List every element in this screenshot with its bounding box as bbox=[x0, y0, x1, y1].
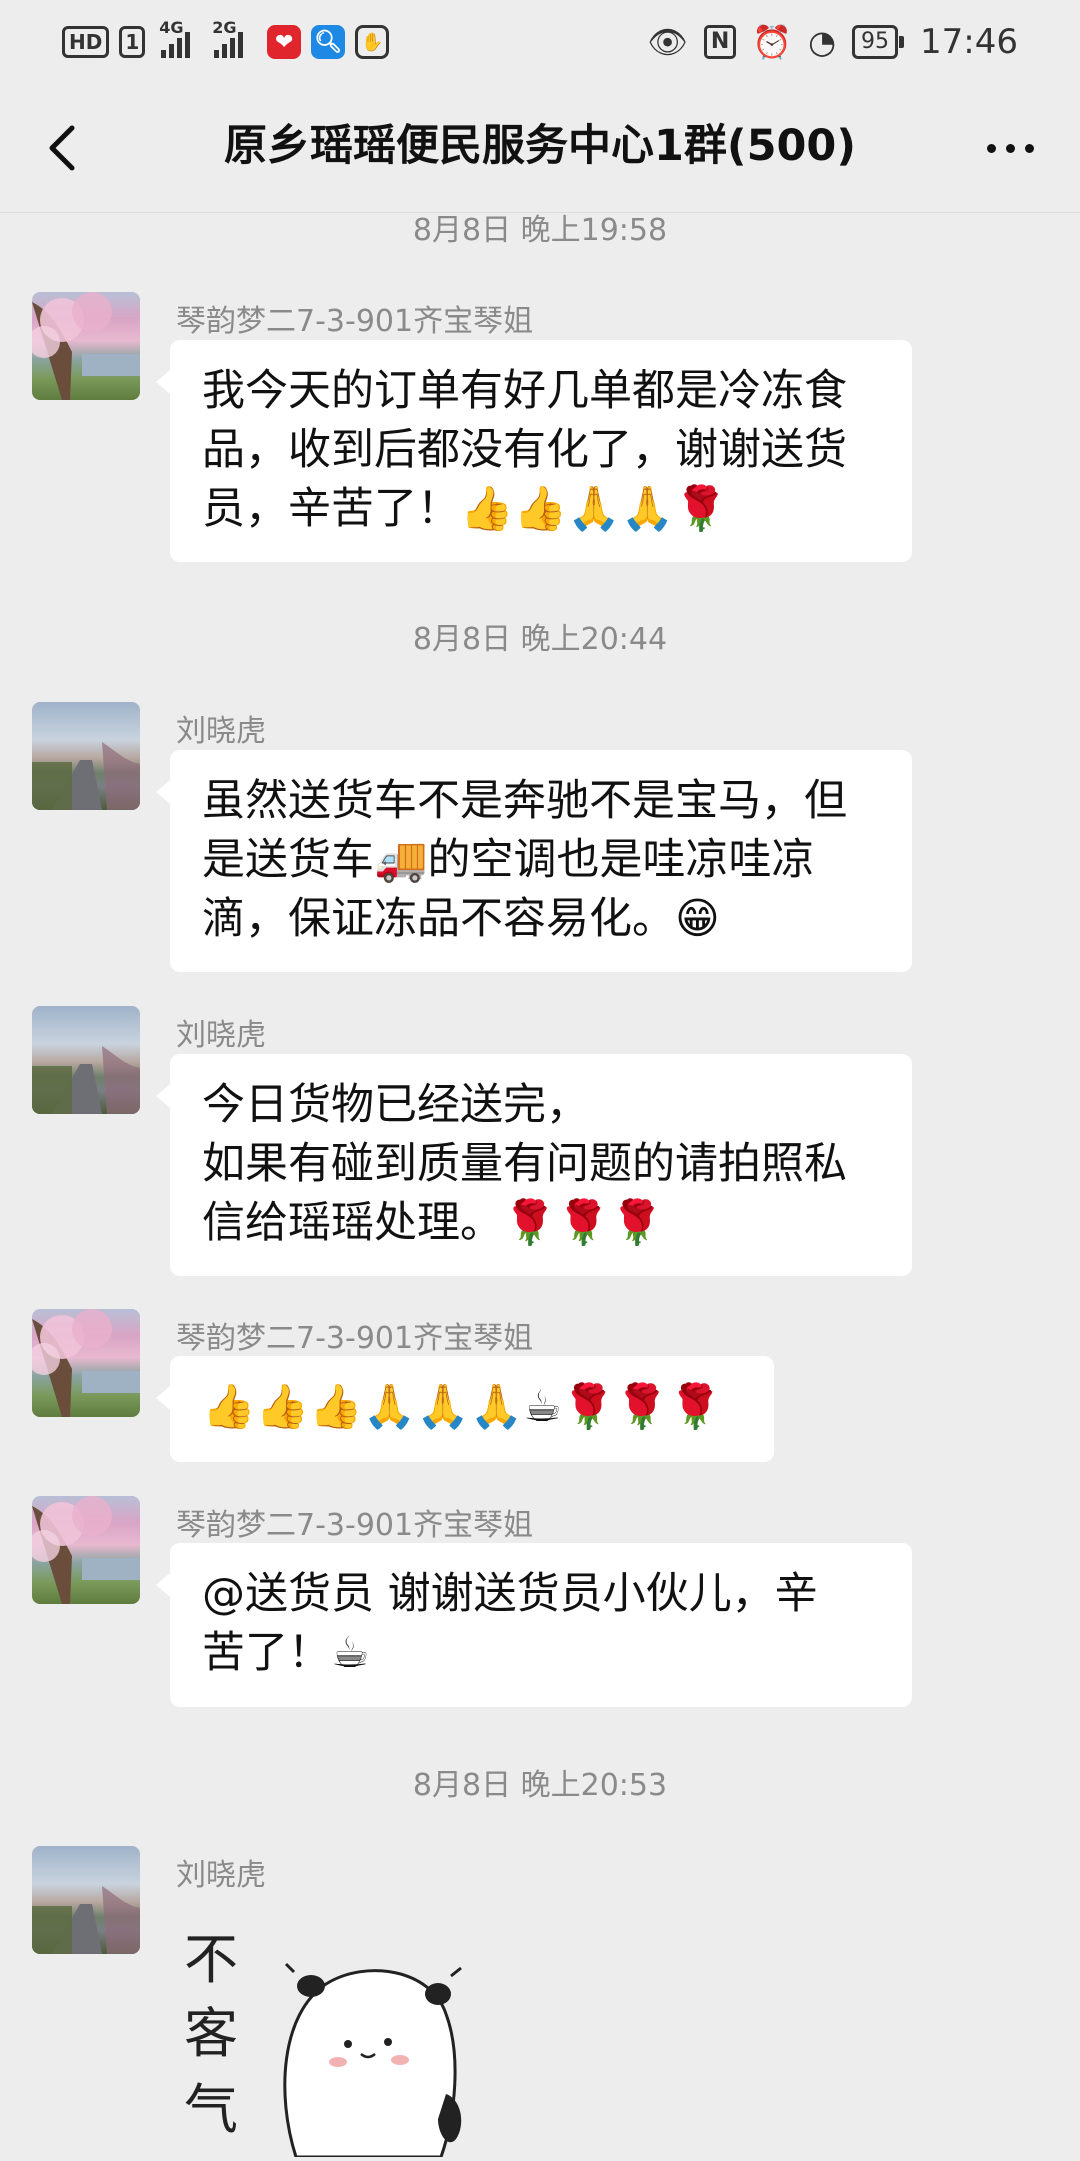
message-line: 苦了！☕ bbox=[202, 1628, 370, 1678]
sender-name: 琴韵梦二7-3-901齐宝琴姐 bbox=[176, 1321, 534, 1356]
hd-badge: HD bbox=[62, 26, 110, 58]
battery-indicator: 95 bbox=[852, 25, 905, 59]
status-left: HD 1 4G 2G ❤ 🔍︎ ✋ bbox=[62, 18, 390, 62]
more-options-button[interactable] bbox=[974, 116, 1046, 180]
message-line: 是送货车🚚的空调也是哇凉哇凉 bbox=[202, 835, 815, 885]
message-bubble[interactable]: 👍👍👍🙏🙏🙏☕🌹🌹🌹 bbox=[156, 1356, 774, 1462]
nfc-icon: N bbox=[703, 25, 737, 59]
shield-hand-icon: ✋ bbox=[355, 25, 390, 59]
clock: 17:46 bbox=[920, 22, 1018, 62]
sender-name: 刘晓虎 bbox=[176, 714, 266, 749]
timestamp: 8月8日 晚上20:44 bbox=[412, 622, 668, 657]
message-line: 员，辛苦了！👍👍🙏🙏🌹 bbox=[202, 484, 728, 534]
message-line: 信给瑶瑶处理。🌹🌹🌹 bbox=[202, 1198, 664, 1248]
avatar[interactable] bbox=[32, 292, 140, 400]
signal-icon-2: 2G bbox=[212, 18, 244, 58]
sticker-char-1: 不 bbox=[184, 1928, 238, 1991]
message-line: 👍👍👍🙏🙏🙏☕🌹🌹🌹 bbox=[202, 1382, 723, 1432]
more-dots-icon bbox=[986, 143, 996, 153]
sticker-char-2: 客 bbox=[184, 2002, 238, 2065]
road-avatar-image bbox=[32, 742, 140, 810]
alarm-icon: ⏰ bbox=[752, 23, 793, 61]
blossom-avatar-image bbox=[32, 1496, 140, 1604]
back-button[interactable] bbox=[34, 116, 98, 180]
message-line: 我今天的订单有好几单都是冷冻食 bbox=[202, 366, 847, 416]
sticker-message[interactable]: 不 客 气 bbox=[176, 1924, 476, 2159]
message-bubble[interactable]: 我今天的订单有好几单都是冷冻食 品，收到后都没有化了，谢谢送货 员，辛苦了！👍👍… bbox=[156, 340, 912, 562]
avatar[interactable] bbox=[32, 1309, 140, 1417]
search-app-icon: 🔍︎ bbox=[311, 25, 346, 59]
message-line: 如果有碰到质量有问题的请拍照私 bbox=[202, 1139, 847, 1189]
signal-icon: 4G bbox=[159, 18, 191, 58]
message-line: 品，收到后都没有化了，谢谢送货 bbox=[202, 425, 847, 475]
avatar[interactable] bbox=[32, 702, 140, 810]
status-right: 👁 N ⏰ ◔ 95 17:46 bbox=[647, 18, 1018, 66]
chat-header: 原乡瑶瑶便民服务中心1群(500) bbox=[0, 84, 1080, 213]
sticker-char-3: 气 bbox=[184, 2078, 238, 2141]
chevron-left-icon bbox=[49, 125, 75, 171]
pinduoduo-app-icon: ❤ bbox=[267, 25, 302, 59]
network-type-label: 4G bbox=[159, 18, 184, 37]
eye-icon: 👁 bbox=[647, 23, 688, 61]
blossom-avatar-image bbox=[32, 1309, 140, 1417]
sim-badge: 1 bbox=[119, 26, 146, 58]
avatar[interactable] bbox=[32, 1006, 140, 1114]
message-line: 虽然送货车不是奔驰不是宝马，但 bbox=[202, 776, 847, 826]
timestamp: 8月8日 晚上19:58 bbox=[412, 213, 668, 248]
blossom-avatar-image bbox=[32, 292, 140, 400]
network-type-label-2: 2G bbox=[212, 18, 237, 37]
sender-name: 琴韵梦二7-3-901齐宝琴姐 bbox=[176, 1508, 534, 1543]
sender-name: 刘晓虎 bbox=[176, 1858, 266, 1893]
timestamp: 8月8日 晚上20:53 bbox=[412, 1768, 668, 1803]
message-line: 今日货物已经送完， bbox=[202, 1080, 589, 1130]
sender-name: 琴韵梦二7-3-901齐宝琴姐 bbox=[176, 304, 534, 339]
message-bubble[interactable]: 虽然送货车不是奔驰不是宝马，但 是送货车🚚的空调也是哇凉哇凉 滴，保证冻品不容易… bbox=[156, 750, 912, 972]
avatar[interactable] bbox=[32, 1496, 140, 1604]
status-bar: HD 1 4G 2G ❤ 🔍︎ ✋ 👁 N ⏰ ◔ 95 17:46 bbox=[0, 0, 1080, 84]
message-line: 滴，保证冻品不容易化。😁 bbox=[202, 894, 720, 944]
message-bubble[interactable]: 今日货物已经送完， 如果有碰到质量有问题的请拍照私 信给瑶瑶处理。🌹🌹🌹 bbox=[156, 1054, 912, 1276]
panda-sticker-image: 不 客 气 bbox=[184, 1928, 462, 2159]
avatar[interactable] bbox=[32, 1846, 140, 1954]
message-bubble[interactable]: @送货员 谢谢送货员小伙儿，辛 苦了！☕ bbox=[156, 1543, 912, 1707]
chat-title: 原乡瑶瑶便民服务中心1群(500) bbox=[224, 121, 856, 171]
speed-icon: ◔ bbox=[808, 23, 837, 61]
sender-name: 刘晓虎 bbox=[176, 1018, 266, 1053]
road-avatar-image bbox=[32, 1886, 140, 1954]
message-line: @送货员 谢谢送货员小伙儿，辛 bbox=[202, 1569, 818, 1619]
road-avatar-image bbox=[32, 1046, 140, 1114]
